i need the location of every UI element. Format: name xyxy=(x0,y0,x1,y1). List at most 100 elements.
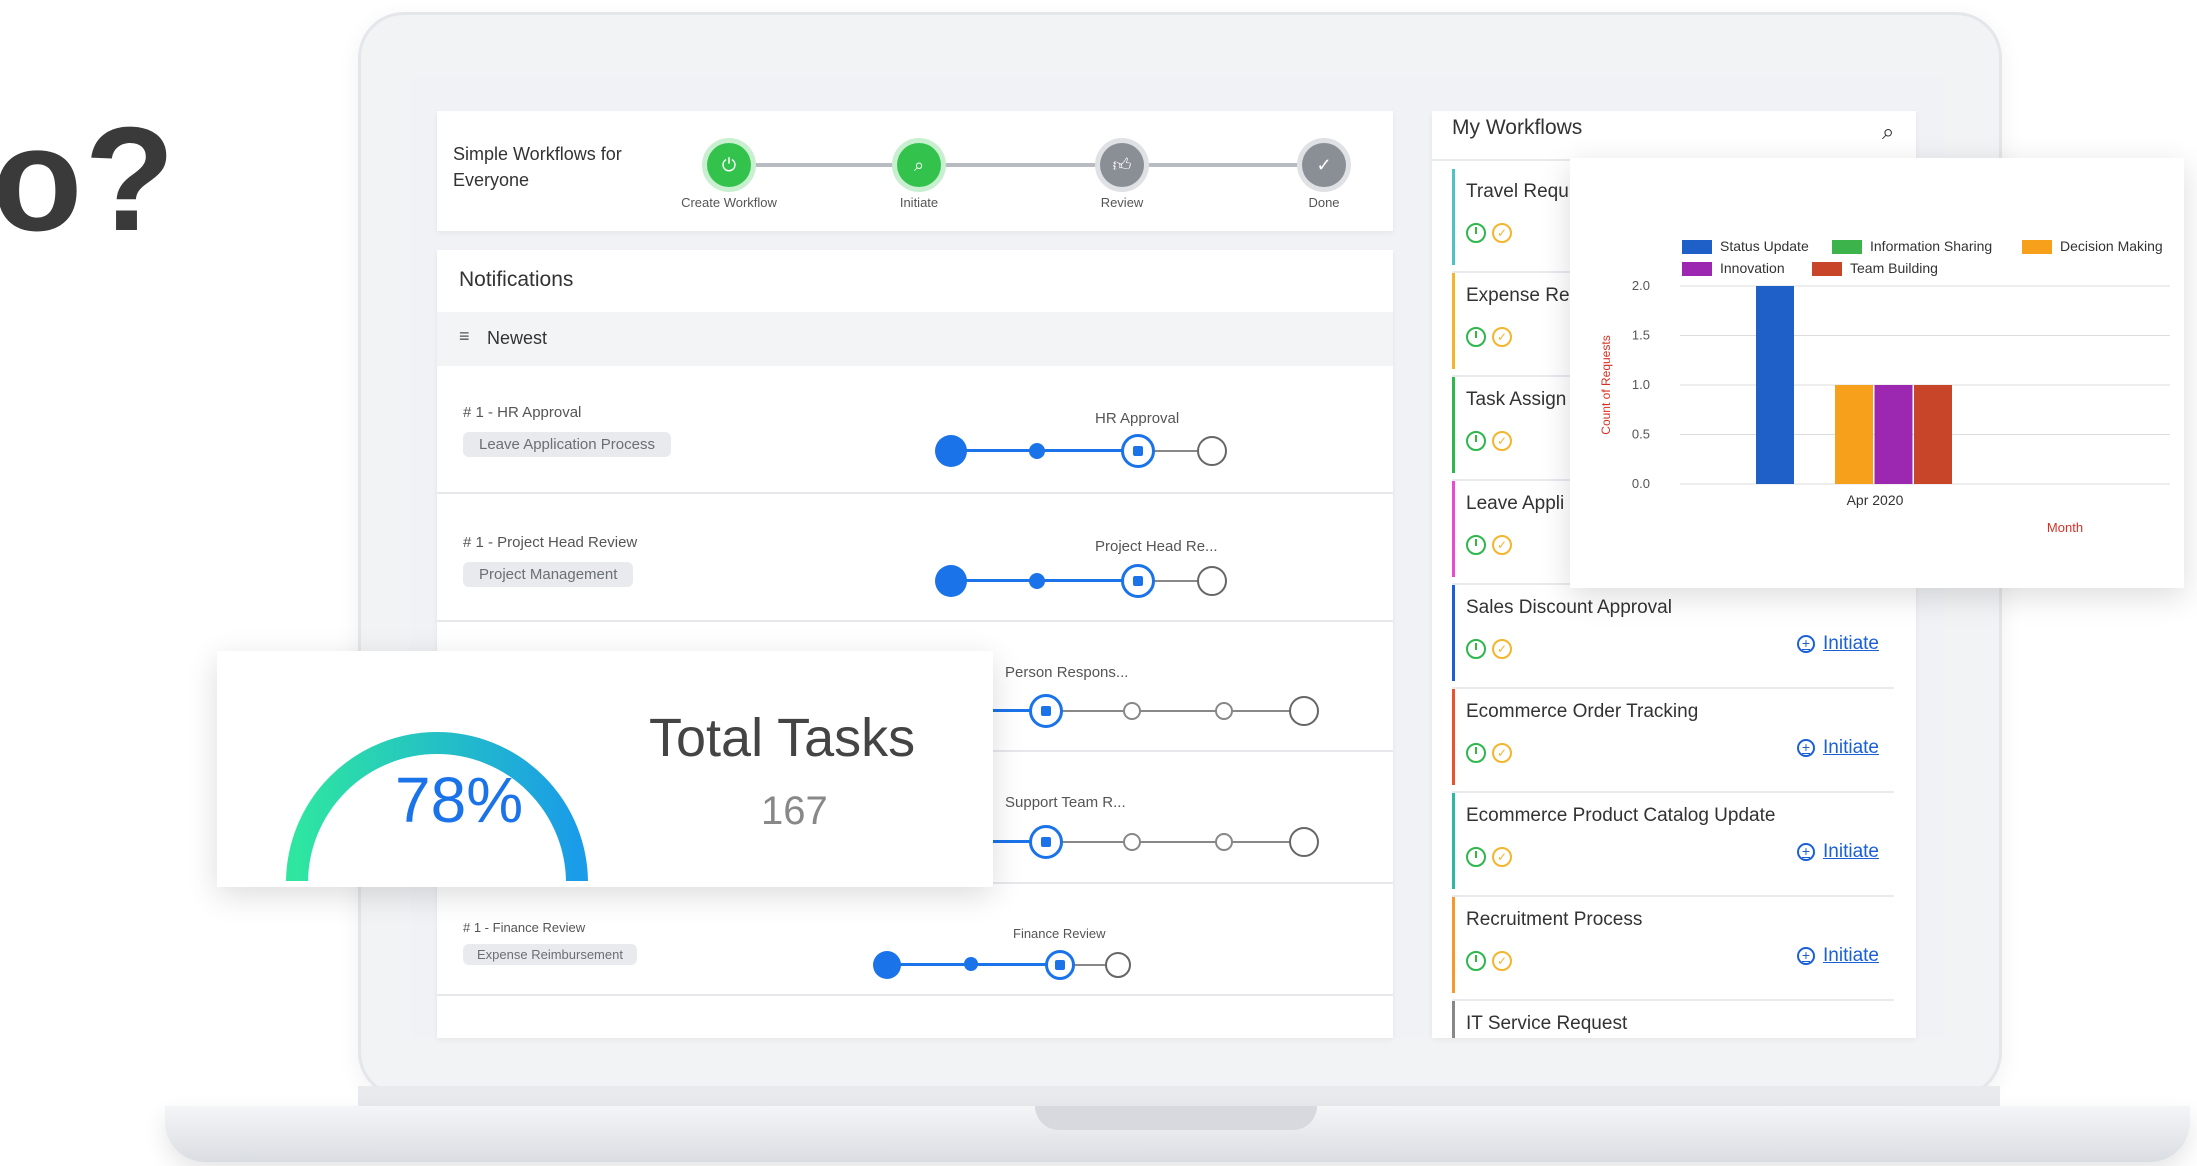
row-tag: Leave Application Process xyxy=(463,432,671,457)
total-tasks-card: 78% Total Tasks 167 xyxy=(217,651,993,887)
workflow-name: IT Service Request xyxy=(1466,1013,1628,1034)
clock-icon xyxy=(1466,743,1486,763)
workflow-color-bar xyxy=(1452,689,1455,785)
initiate-link[interactable]: + Initiate xyxy=(1797,945,1879,967)
step-done[interactable]: ✓ xyxy=(1302,143,1346,187)
x-axis-label: Month xyxy=(2047,520,2083,535)
step-create-workflow[interactable]: ⏻ xyxy=(707,143,751,187)
progress-track-pending xyxy=(1069,964,1109,966)
y-tick-label: 1.5 xyxy=(1632,328,1650,343)
workflows-title: My Workflows xyxy=(1452,116,1583,139)
progress-node-end xyxy=(1105,952,1131,978)
progress-track-pending xyxy=(1150,450,1198,452)
progress-node-end xyxy=(1289,827,1319,857)
workflow-color-bar xyxy=(1452,273,1455,369)
workflow-name: Ecommerce Product Catalog Update xyxy=(1466,805,1776,826)
workflow-item[interactable]: Recruitment Process ✓ + Initiate xyxy=(1452,897,1894,1001)
sort-bar[interactable]: ≡ Newest xyxy=(437,312,1393,366)
check-circle-icon: ✓ xyxy=(1492,431,1512,451)
notification-row-partial xyxy=(437,994,1393,1038)
progress-node-end xyxy=(1197,436,1227,466)
check-circle-icon: ✓ xyxy=(1492,639,1512,659)
step-initiate[interactable]: ⌕ xyxy=(897,143,941,187)
row-title: # 1 - HR Approval xyxy=(463,404,582,421)
notification-row[interactable]: # 1 - Project Head Review Project Manage… xyxy=(437,492,1393,622)
check-circle-icon: ✓ xyxy=(1492,535,1512,555)
check-circle-icon: ✓ xyxy=(1492,223,1512,243)
progress-node-pending xyxy=(1123,702,1141,720)
workflow-item[interactable]: Sales Discount Approval ✓ + Initiate xyxy=(1452,585,1894,689)
initiate-link[interactable]: + Initiate xyxy=(1797,633,1879,655)
workflow-item[interactable]: Ecommerce Order Tracking ✓ + Initiate xyxy=(1452,689,1894,793)
stage-label: Project Head Re... xyxy=(1095,538,1218,555)
workflow-name: Task Assign xyxy=(1466,389,1567,410)
progress-node-end xyxy=(1289,696,1319,726)
workflow-name: Ecommerce Order Tracking xyxy=(1466,701,1699,722)
check-icon: ✓ xyxy=(1302,143,1346,187)
y-tick-label: 2.0 xyxy=(1632,278,1650,293)
progress-node-done xyxy=(873,951,901,979)
initiate-label: Initiate xyxy=(1823,841,1879,862)
chart-card: Status Update Information Sharing Decision… xyxy=(1570,158,2184,588)
progress-node-done xyxy=(1029,573,1045,589)
progress-node-done xyxy=(935,435,967,467)
progress-node-done xyxy=(935,565,967,597)
stepper-title: Simple Workflows for Everyone xyxy=(453,144,622,190)
progress-track-pending xyxy=(1150,580,1198,582)
step-label: Done xyxy=(1308,195,1340,210)
bar-chart: 0.0 0.5 1.0 1.5 2.0 Count of Requests Month Apr… xyxy=(1599,278,2170,535)
thumbs-up-icon: 👍︎ xyxy=(1100,143,1144,187)
check-circle-icon: ✓ xyxy=(1492,847,1512,867)
laptop-hinge xyxy=(358,1086,2000,1108)
workflow-name: Sales Discount Approval xyxy=(1466,597,1672,618)
initiate-link[interactable]: + Initiate xyxy=(1797,841,1879,863)
progress-node-current xyxy=(1029,825,1063,859)
notification-row[interactable]: # 1 - Finance Review Expense Reimburseme… xyxy=(437,882,1393,996)
workflow-color-bar xyxy=(1452,897,1455,993)
progress-node-pending xyxy=(1123,833,1141,851)
bar xyxy=(1835,385,1873,484)
step-review[interactable]: 👍︎ xyxy=(1100,143,1144,187)
step-label: Create Workflow xyxy=(681,195,777,210)
workflow-color-bar xyxy=(1452,793,1455,889)
workflow-color-bar xyxy=(1452,481,1455,577)
sort-label: Newest xyxy=(487,328,548,348)
workflow-name: Expense Re xyxy=(1466,285,1570,306)
plus-circle-icon: + xyxy=(1797,947,1815,965)
progress-node-current xyxy=(1029,694,1063,728)
workflow-color-bar xyxy=(1452,1001,1455,1038)
workflow-name: Travel Requ xyxy=(1466,181,1569,202)
y-tick-label: 0.5 xyxy=(1632,427,1650,442)
bar xyxy=(1756,286,1794,484)
search-icon[interactable]: ⌕ xyxy=(1882,119,1894,145)
progress-track-pending xyxy=(1055,841,1317,843)
check-circle-icon: ✓ xyxy=(1492,743,1512,763)
workflow-item[interactable]: IT Service Request ✓ xyxy=(1452,1001,1894,1038)
workflow-item[interactable]: Ecommerce Product Catalog Update ✓ + Ini… xyxy=(1452,793,1894,897)
stage-label: Finance Review xyxy=(1013,926,1106,941)
plus-circle-icon: + xyxy=(1797,635,1815,653)
clock-icon xyxy=(1466,327,1486,347)
x-tick-label: Apr 2020 xyxy=(1847,492,1904,508)
stage-label: Support Team R... xyxy=(1005,794,1126,811)
total-tasks-count: 167 xyxy=(761,789,828,833)
initiate-link[interactable]: + Initiate xyxy=(1797,737,1879,759)
check-circle-icon: ✓ xyxy=(1492,951,1512,971)
notifications-panel: Notifications ≡ Newest # 1 - HR Approval… xyxy=(437,250,1393,1038)
headline-fragment: o? xyxy=(0,97,177,262)
check-circle-icon: ✓ xyxy=(1492,327,1512,347)
notification-row[interactable]: # 1 - HR Approval Leave Application Proc… xyxy=(437,366,1393,492)
workflow-color-bar xyxy=(1452,585,1455,681)
row-title: # 1 - Finance Review xyxy=(463,920,586,935)
workflow-stepper-panel: Simple Workflows for Everyone ⏻ Create W… xyxy=(437,111,1393,231)
progress-track xyxy=(889,963,1069,966)
progress-node-end xyxy=(1197,566,1227,596)
initiate-label: Initiate xyxy=(1823,737,1879,758)
stage-label: Person Respons... xyxy=(1005,664,1129,681)
progress-node-pending xyxy=(1215,702,1233,720)
laptop-notch xyxy=(1035,1106,1317,1130)
filter-icon: ≡ xyxy=(459,326,470,346)
progress-node-current xyxy=(1045,950,1075,980)
row-title: # 1 - Project Head Review xyxy=(463,534,638,551)
clock-icon xyxy=(1466,951,1486,971)
